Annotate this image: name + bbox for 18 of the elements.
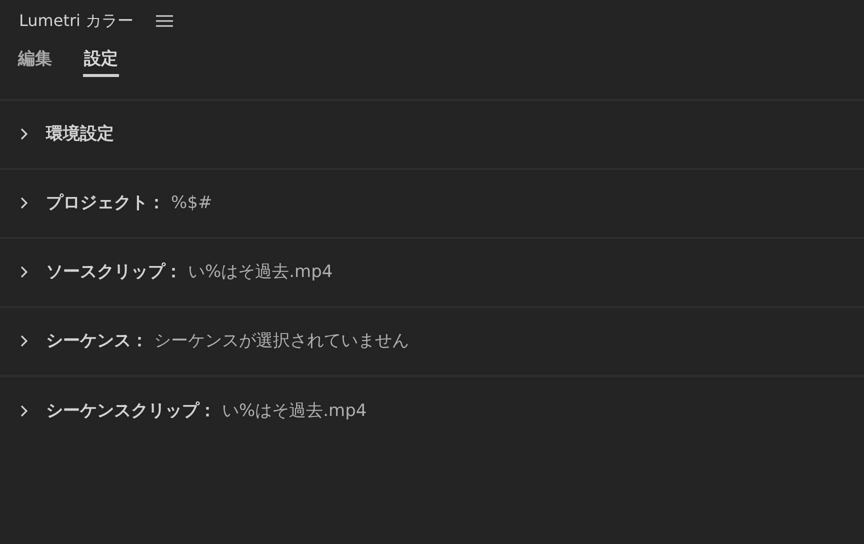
section-value: シーケンスが選択されていません xyxy=(154,330,409,352)
chevron-icon[interactable] xyxy=(20,404,28,416)
tab[interactable]: 編集 xyxy=(17,43,53,77)
section-title[interactable]: シーケンス： xyxy=(46,329,148,352)
section-value: い%はそ過去.mp4 xyxy=(188,261,333,283)
chevron-icon[interactable] xyxy=(20,128,28,140)
chevron-icon[interactable] xyxy=(20,196,28,208)
chevron-icon[interactable] xyxy=(20,266,28,278)
section-value: %$# xyxy=(171,192,212,212)
chevron-icon[interactable] xyxy=(20,334,28,346)
section-title[interactable]: 環境設定 xyxy=(46,122,114,145)
tab[interactable]: 設定 xyxy=(83,43,119,77)
section-value: い%はそ過去.mp4 xyxy=(222,400,367,422)
section-title[interactable]: プロジェクト： xyxy=(46,191,165,214)
section-title[interactable]: ソースクリップ： xyxy=(46,260,182,283)
menu-icon[interactable] xyxy=(156,15,173,27)
section-title[interactable]: シーケンスクリップ： xyxy=(46,399,216,422)
panel-title: Lumetri カラー xyxy=(19,10,134,32)
